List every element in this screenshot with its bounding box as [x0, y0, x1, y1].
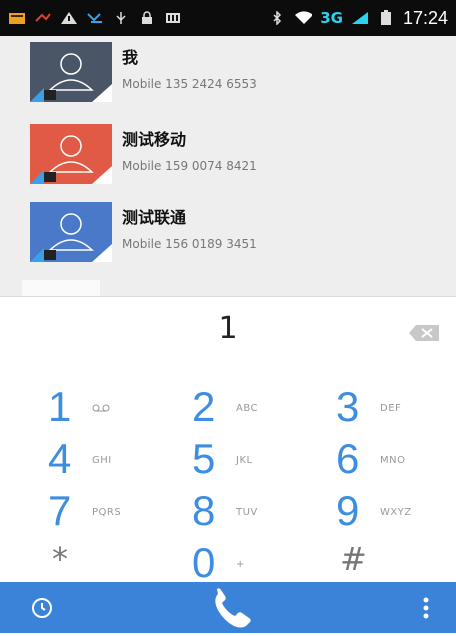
signal-icon: [351, 11, 369, 25]
key-digit: *: [52, 540, 68, 578]
voicemail-icon: [92, 403, 110, 416]
dial-pad: 1 1 2 ABC 3 DEF 4 GHI 5 JKL 6 MNO 7 PQRS: [0, 296, 456, 586]
contact-item[interactable]: 测试联通 Mobile 156 0189 3451: [30, 202, 440, 262]
dialed-number[interactable]: 1: [0, 311, 456, 346]
key-digit: 1: [48, 383, 72, 430]
key-letters: PQRS: [92, 507, 122, 518]
key-9[interactable]: 9 WXYZ: [336, 485, 456, 537]
key-digit: 5: [192, 435, 216, 482]
lock-icon: [138, 11, 156, 25]
system-status: 3G 17:24: [268, 8, 448, 29]
backspace-button[interactable]: [408, 324, 440, 342]
contact-item[interactable]: 测试移动 Mobile 159 0074 8421: [30, 124, 440, 184]
key-digit: 3: [336, 383, 360, 430]
key-digit: 2: [192, 383, 216, 430]
key-digit: #: [340, 540, 367, 578]
key-2[interactable]: 2 ABC: [192, 381, 332, 433]
key-7[interactable]: 7 PQRS: [48, 485, 188, 537]
key-star[interactable]: *: [48, 531, 188, 583]
contact-avatar: [30, 202, 112, 262]
key-4[interactable]: 4 GHI: [48, 433, 188, 485]
key-digit: 8: [192, 487, 216, 534]
more-vert-icon: [423, 597, 429, 619]
overflow-menu-button[interactable]: [422, 596, 430, 620]
clock: 17:24: [402, 7, 448, 28]
battery-icon: [377, 10, 395, 25]
key-8[interactable]: 8 TUV: [192, 485, 332, 537]
clock-icon: [32, 598, 52, 618]
key-6[interactable]: 6 MNO: [336, 433, 456, 485]
key-letters: TUV: [236, 507, 258, 518]
usb-icon: [112, 11, 130, 25]
key-letters: ABC: [236, 403, 259, 414]
backspace-icon: [409, 325, 439, 341]
key-digit: 6: [336, 435, 360, 482]
contact-phone: Mobile 156 0189 3451: [122, 237, 257, 251]
call-button[interactable]: [206, 588, 256, 632]
key-letters: WXYZ: [380, 507, 412, 518]
key-5[interactable]: 5 JKL: [192, 433, 332, 485]
dialer-action-bar: [0, 582, 456, 633]
partial-list-item: [22, 280, 100, 296]
message-icon: [8, 11, 26, 25]
contact-name: 测试联通: [122, 208, 187, 227]
key-pound[interactable]: #: [336, 531, 456, 583]
key-letters: GHI: [92, 455, 112, 466]
key-digit: 4: [48, 435, 72, 482]
key-digit: 9: [336, 487, 360, 534]
key-letters: MNO: [380, 455, 406, 466]
wifi-icon: [294, 11, 313, 25]
call-history-button[interactable]: [30, 596, 54, 620]
contact-item[interactable]: 我 Mobile 135 2424 6553: [30, 42, 440, 102]
contact-name: 测试移动: [122, 130, 187, 149]
status-bar: 3G 17:24: [0, 0, 456, 36]
missed-call-icon: [34, 11, 52, 25]
contact-avatar: [30, 124, 112, 184]
notification-icons: [8, 11, 182, 25]
key-digit: 7: [48, 487, 72, 534]
warning-icon: [60, 11, 78, 25]
barcode-icon: [164, 11, 182, 25]
bluetooth-icon: [268, 11, 286, 25]
contact-name: 我: [122, 48, 139, 67]
contact-avatar: [30, 42, 112, 102]
contact-phone: Mobile 135 2424 6553: [122, 77, 257, 91]
contact-phone: Mobile 159 0074 8421: [122, 159, 257, 173]
key-1[interactable]: 1: [48, 381, 188, 433]
key-letters: JKL: [236, 455, 253, 466]
contact-suggestions: 我 Mobile 135 2424 6553 测试移动 Mobile 159 0…: [0, 36, 456, 296]
app-notification-icon: [86, 11, 104, 25]
key-letters: DEF: [380, 403, 402, 414]
network-type: 3G: [320, 9, 343, 27]
key-3[interactable]: 3 DEF: [336, 381, 456, 433]
key-letters: +: [236, 559, 245, 570]
phone-icon: [215, 588, 251, 628]
